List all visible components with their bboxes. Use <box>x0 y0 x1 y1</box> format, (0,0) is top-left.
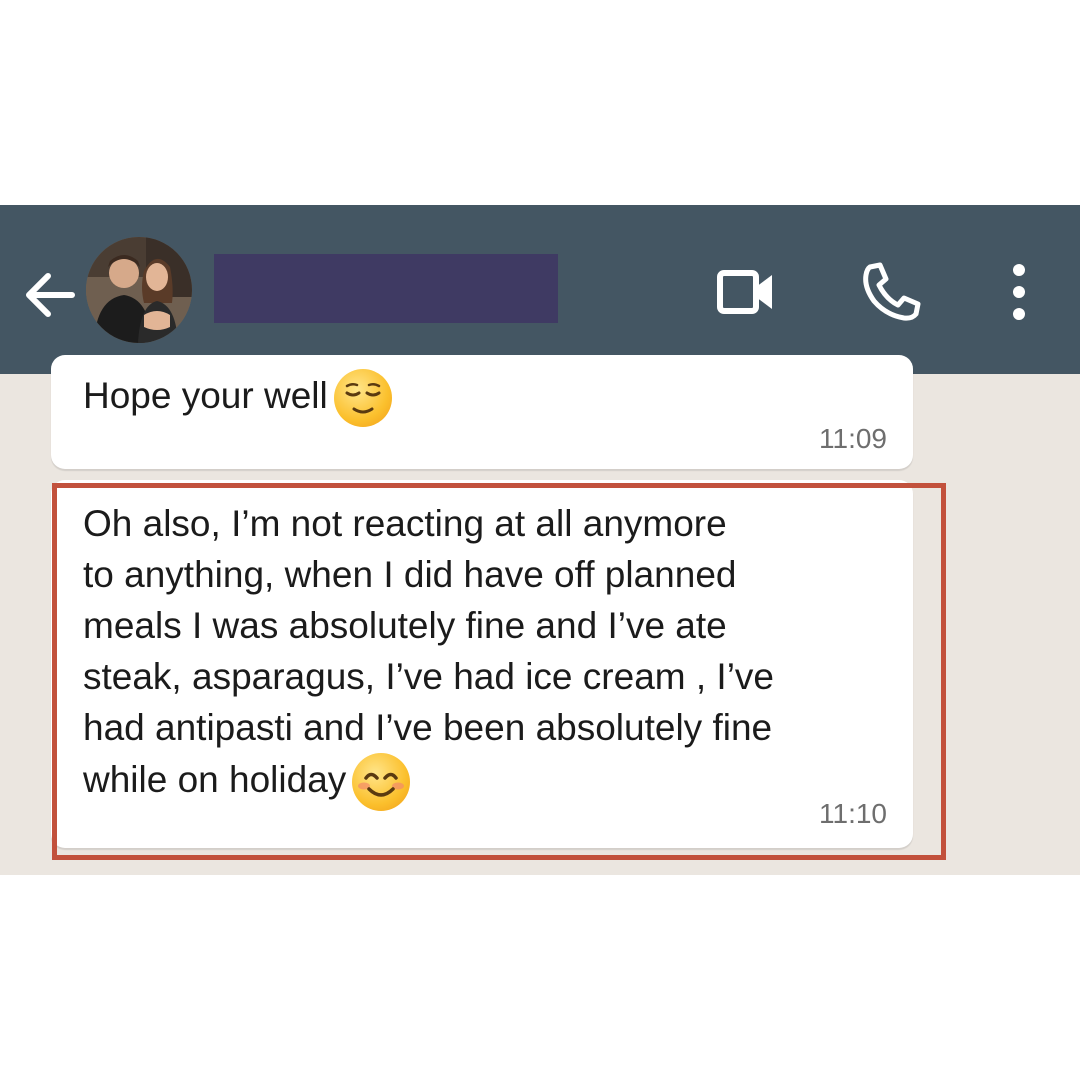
message-text: Oh also, I’m not reacting at all anymore… <box>83 503 775 800</box>
phone-icon <box>863 262 921 321</box>
video-camera-icon <box>717 270 772 314</box>
contact-avatar[interactable] <box>86 237 192 343</box>
back-button[interactable] <box>18 263 82 327</box>
voice-call-button[interactable] <box>856 257 926 327</box>
more-vertical-icon <box>1013 264 1025 320</box>
message-text: Hope your well <box>83 374 328 416</box>
message-timestamp: 11:09 <box>819 423 887 454</box>
message-bubble[interactable]: Hope your well 11:09 <box>51 355 913 469</box>
contact-name-redacted[interactable] <box>214 254 558 323</box>
relieved-face-emoji <box>333 369 392 427</box>
chat-header <box>0 205 1080 374</box>
avatar-photo <box>86 237 192 343</box>
message-timestamp: 11:10 <box>819 798 887 829</box>
more-options-button[interactable] <box>984 257 1054 327</box>
video-call-button[interactable] <box>712 257 782 327</box>
chat-screen: Hope your well 11:09 Oh also, I’m not re… <box>0 205 1080 875</box>
message-text-row: Hope your well <box>83 369 392 427</box>
smiling-face-emoji <box>352 753 411 811</box>
message-bubble-highlighted[interactable]: Oh also, I’m not reacting at all anymore… <box>51 480 913 848</box>
message-text-row: Oh also, I’m not reacting at all anymore… <box>83 498 903 811</box>
arrow-left-icon <box>26 273 75 317</box>
